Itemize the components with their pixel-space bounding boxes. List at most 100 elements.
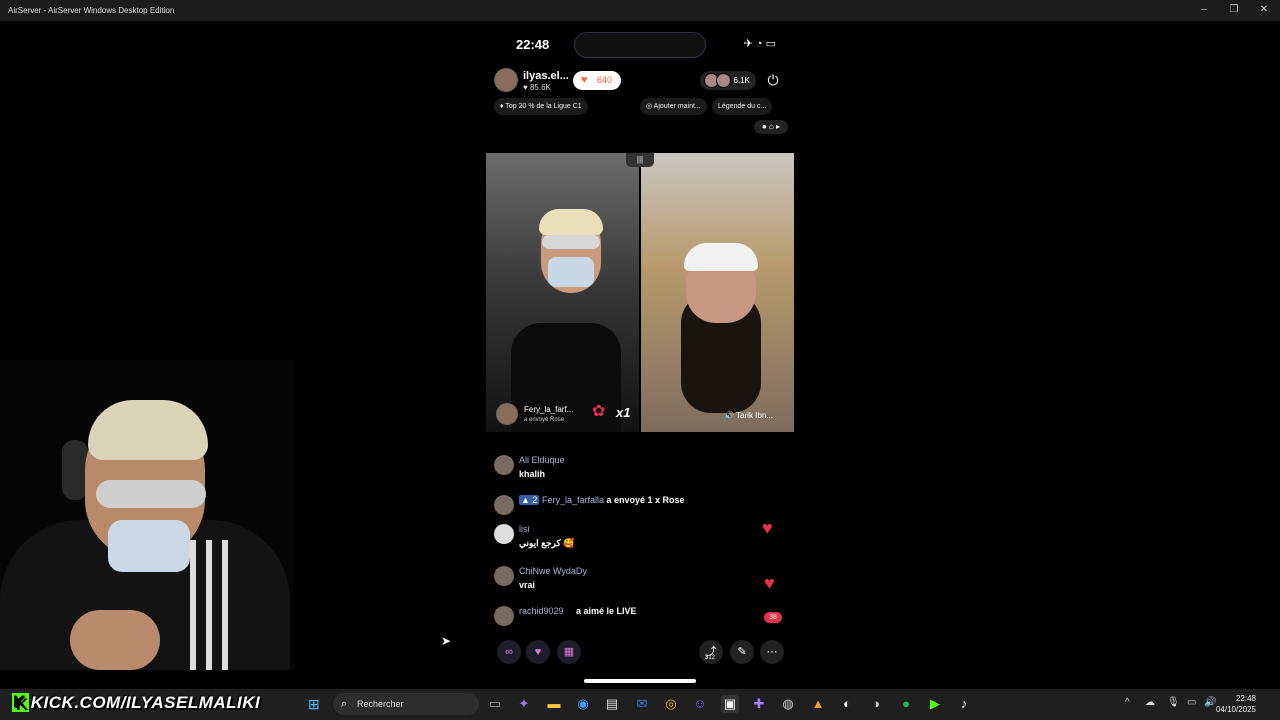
comment-text: vrai xyxy=(519,580,536,590)
gift-event: ▲ 2 Fery_la_farfalla a envoyé 1 x Rose xyxy=(519,495,685,505)
league-pill-label: Top 20 % de la Ligue C1 xyxy=(505,103,582,110)
taskbar-date: 04/10/2025 xyxy=(1215,705,1256,714)
coins-value: 640 xyxy=(597,75,613,85)
guest-figure xyxy=(661,233,794,432)
split-handle-icon[interactable]: ||| xyxy=(626,153,654,167)
copilot-icon[interactable]: ✦ xyxy=(515,695,533,713)
app-icon[interactable]: ◐ xyxy=(838,695,856,713)
windows-start-icon[interactable]: ⊞ xyxy=(308,696,324,712)
obs-icon[interactable]: ◍ xyxy=(779,695,797,713)
vlc-icon[interactable]: ▲ xyxy=(809,695,827,713)
guest-video-pane xyxy=(641,153,794,432)
ios-status-bar: 22:48 ✈ ◔ ▭ xyxy=(486,21,794,67)
close-icon[interactable]: ✕ xyxy=(1256,3,1272,17)
host-likes: ♥ 85.6K xyxy=(523,83,551,92)
window-titlebar: AirServer - AirServer Windows Desktop Ed… xyxy=(0,0,1280,21)
chrome-icon[interactable]: ◎ xyxy=(662,695,680,713)
tray-overflow-icon[interactable]: ^ xyxy=(1125,697,1130,708)
home-indicator xyxy=(584,679,696,683)
taskbar-clock[interactable]: 22:48 04/10/2025 xyxy=(1216,693,1256,715)
search-placeholder: Rechercher xyxy=(357,699,404,709)
file-explorer-icon[interactable]: ▬ xyxy=(545,695,563,713)
mouse-cursor-icon: ➤ xyxy=(441,634,452,648)
ranking-pills: ♦ Top 20 % de la Ligue C1 ◎ Ajouter main… xyxy=(494,98,786,116)
network-icon[interactable]: ▭ xyxy=(1187,697,1196,708)
grid-icon[interactable]: ▦ xyxy=(557,640,581,664)
steam-icon[interactable]: ◑ xyxy=(867,695,885,713)
taskbar-search[interactable]: ⌕ Rechercher xyxy=(333,693,479,715)
like-event-text: a aimé le LIVE xyxy=(576,606,637,616)
power-icon[interactable]: ⏻ xyxy=(764,71,782,89)
commenter-name: rachid9029 xyxy=(519,606,564,616)
minimize-icon[interactable]: – xyxy=(1196,3,1212,17)
gift-multiplier: x1 xyxy=(616,405,631,420)
mirrored-phone-screen: 22:48 ✈ ◔ ▭ ilyas.el... ♥ 85.6K ♥ 640 6.1… xyxy=(486,21,794,689)
fan-badge-level: 2 xyxy=(532,495,538,505)
store-icon[interactable]: ▤ xyxy=(603,695,621,713)
edge-icon[interactable]: ◉ xyxy=(574,695,592,713)
host-info-bar: ilyas.el... ♥ 85.6K ♥ 640 6.1K ⏻ xyxy=(494,68,786,94)
microphone-icon[interactable]: 🎙 xyxy=(1167,697,1180,708)
legend-pill[interactable]: Légende du c... xyxy=(712,98,773,115)
search-icon: ⌕ xyxy=(341,698,348,710)
kick-logo: K xyxy=(12,693,29,712)
more-icon[interactable]: ⋯ xyxy=(760,640,784,664)
rose-icon: ✿ xyxy=(592,403,606,420)
task-view-icon[interactable]: ▭ xyxy=(486,695,504,713)
guest-name: Tarik Ibn... xyxy=(736,411,773,420)
comment-text: khalih xyxy=(519,469,546,479)
commenter-name: ChiNwe WydaDy xyxy=(519,566,587,576)
gift-banner: Fery_la_farf... a envoyé Rose ✿ x1 xyxy=(496,403,636,425)
window-title: AirServer - AirServer Windows Desktop Ed… xyxy=(8,6,175,15)
share-count: 312 xyxy=(705,655,716,661)
gift-subtitle: a envoyé Rose xyxy=(524,417,565,423)
live-split-video: ||| Fery_la_farf... a envoyé Rose ✿ x1 🔊… xyxy=(486,153,794,432)
onedrive-icon[interactable]: ☁ xyxy=(1145,697,1155,708)
kick-app-icon[interactable]: ▶ xyxy=(926,695,944,713)
viewer-avatar xyxy=(715,73,731,88)
commenter-avatar xyxy=(494,606,514,626)
magic-wand-icon[interactable]: ✎ xyxy=(730,640,754,664)
airserver-icon[interactable]: ▣ xyxy=(721,695,739,713)
host-figure xyxy=(506,209,621,432)
host-avatar[interactable] xyxy=(494,68,518,92)
host-likes-value: 85.6K xyxy=(529,83,551,92)
stream-controls[interactable]: ● ⌂ ▸ xyxy=(754,120,788,134)
coins-pill[interactable]: ♥ 640 xyxy=(573,71,621,90)
gift-event-text: a envoyé 1 x Rose xyxy=(606,495,685,505)
volume-icon[interactable]: 🔊 xyxy=(1204,697,1216,708)
add-pill[interactable]: ◎ Ajouter maint... xyxy=(640,98,707,115)
kick-banner: K KICK.COM/ILYASELMALIKI xyxy=(12,693,260,715)
league-pill[interactable]: ♦ Top 20 % de la Ligue C1 xyxy=(494,98,588,115)
link-icon[interactable]: ∞ xyxy=(497,640,521,664)
guest-name-tag[interactable]: 🔊 Tarik Ibn... xyxy=(724,411,773,420)
commenter-avatar xyxy=(494,566,514,586)
gift-sender-avatar xyxy=(496,403,518,425)
add-pill-label: Ajouter maint... xyxy=(653,103,701,110)
commenter-name: Ali Elduque xyxy=(519,455,565,465)
heart-icon: ♥ xyxy=(581,74,588,86)
discord-icon[interactable]: ☺ xyxy=(691,695,709,713)
host-video-pane xyxy=(486,153,639,432)
game-controller-icon[interactable]: ✚ xyxy=(750,695,768,713)
taskbar-time: 22:48 xyxy=(1235,694,1256,703)
commenter-name: Fery_la_farfalla xyxy=(541,495,604,505)
heart-icon: ♥ xyxy=(764,573,775,593)
commenter-avatar xyxy=(494,524,514,544)
legend-pill-label: Légende du c... xyxy=(718,103,767,110)
webcam-overlay xyxy=(0,360,294,670)
gift-match-icon[interactable]: ♥ xyxy=(526,640,550,664)
kick-banner-text: KICK.COM/ILYASELMALIKI xyxy=(30,693,261,712)
comment-feed[interactable]: Ali Elduque khalih ▲ 2 Fery_la_farfalla … xyxy=(494,451,786,626)
spotify-icon[interactable]: ● xyxy=(897,695,915,713)
viewers-count[interactable]: 6.1K xyxy=(699,71,756,90)
gift-sender: Fery_la_farf... xyxy=(524,405,574,414)
fan-badge: ▲ 2 xyxy=(519,495,540,505)
status-icons: ✈ ◔ ▭ xyxy=(743,38,776,50)
live-toolbar: ∞ ♥ ▦ ⤴ 312 ✎ ⋯ xyxy=(494,640,786,664)
host-name[interactable]: ilyas.el... xyxy=(523,70,569,82)
outlook-icon[interactable]: ✉ xyxy=(633,695,651,713)
restore-icon[interactable]: ❐ xyxy=(1226,3,1242,17)
commenter-name: lisi xyxy=(519,524,530,534)
tiktok-studio-icon[interactable]: ♪ xyxy=(955,695,973,713)
